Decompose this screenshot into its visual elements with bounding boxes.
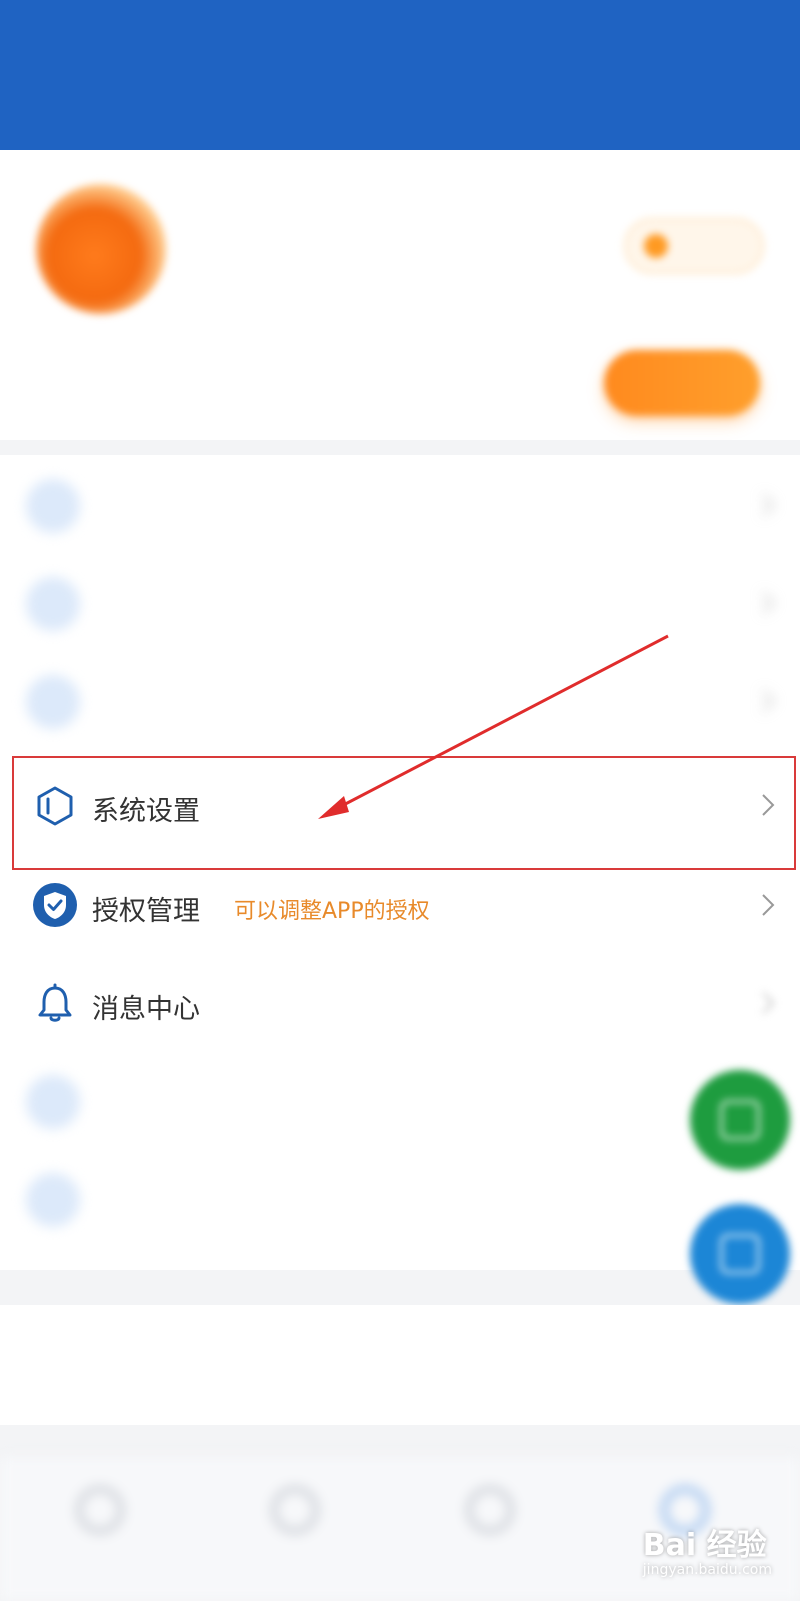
chat-icon	[720, 1100, 760, 1140]
logout-area	[0, 1305, 800, 1425]
floating-button-green[interactable]	[690, 1070, 790, 1170]
service-icon	[720, 1234, 760, 1274]
phone-icon	[26, 1173, 80, 1227]
menu-item-0[interactable]	[0, 455, 800, 557]
chevron-right-icon	[762, 992, 775, 1014]
watermark: Bai 经验 jingyan.baidu.com	[643, 1520, 772, 1578]
bell-icon	[38, 983, 72, 1022]
floating-button-blue[interactable]	[690, 1204, 790, 1304]
menu-item-6[interactable]	[0, 1051, 800, 1153]
promo-button[interactable]	[604, 350, 760, 416]
menu-item-7[interactable]	[0, 1149, 800, 1251]
chevron-right-icon	[762, 894, 775, 916]
status-bar	[0, 0, 800, 56]
home-icon	[77, 1487, 123, 1533]
menu-item-note: 可以调整APP的授权	[234, 899, 430, 924]
menu-item-2[interactable]	[0, 651, 800, 753]
gift-icon	[467, 1487, 513, 1533]
menu-item-message-center[interactable]: 消息中心	[0, 953, 800, 1055]
clock-icon	[26, 1075, 80, 1129]
nav-item-home[interactable]	[20, 1479, 180, 1589]
chevron-right-icon	[762, 690, 775, 712]
chevron-right-icon	[762, 592, 775, 614]
menu-item-label: 消息中心	[92, 994, 200, 1025]
menu-item-label: 授权管理	[92, 896, 200, 927]
menu-item-1[interactable]	[0, 553, 800, 655]
nav-item-3[interactable]	[410, 1479, 570, 1589]
document-icon	[26, 479, 80, 533]
watermark-brand: Bai 经验	[642, 1528, 767, 1563]
avatar[interactable]	[36, 184, 166, 314]
user-icon	[26, 577, 80, 631]
apps-icon	[272, 1487, 318, 1533]
coin-icon	[644, 234, 668, 258]
watermark-url: jingyan.baidu.com	[642, 1562, 772, 1578]
app-header	[0, 0, 800, 150]
menu-item-authorization[interactable]: 授权管理 可以调整APP的授权	[0, 855, 800, 957]
vip-badge[interactable]	[624, 218, 764, 274]
nav-item-2[interactable]	[215, 1479, 375, 1589]
link-icon	[26, 675, 80, 729]
highlight-box	[12, 756, 796, 870]
profile-card	[0, 150, 800, 440]
shield-check-icon	[33, 883, 77, 927]
chevron-right-icon	[762, 494, 775, 516]
